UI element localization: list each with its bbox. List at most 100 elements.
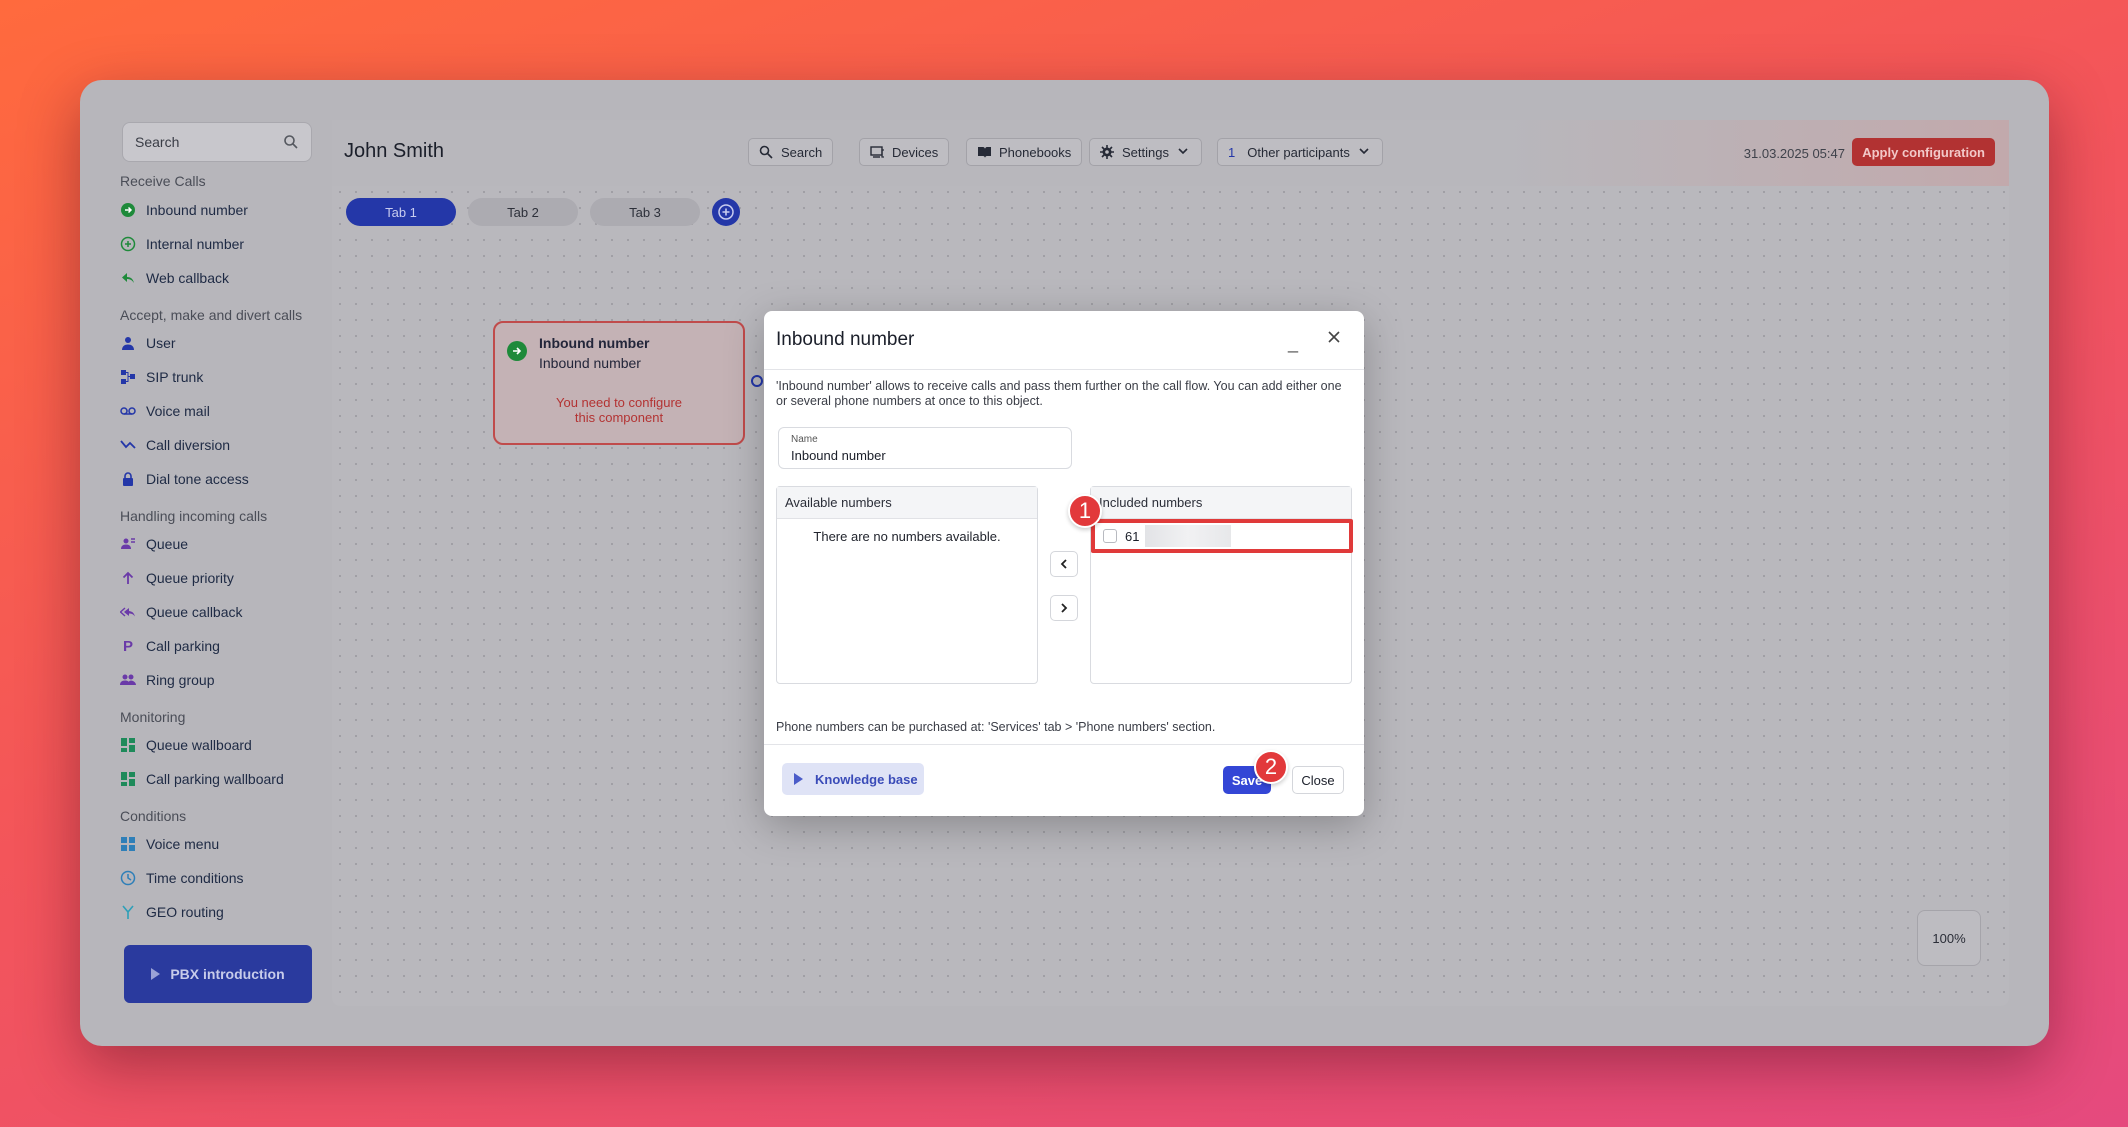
- node-subtitle: Inbound number: [539, 355, 641, 371]
- sidebar-item-label: Voice menu: [146, 836, 220, 852]
- search-icon: [759, 145, 773, 159]
- sidebar-item-queue-callback[interactable]: Queue callback: [120, 600, 243, 624]
- sidebar-item-voice-mail[interactable]: Voice mail: [120, 399, 210, 423]
- sidebar-item-call-parking-wallboard[interactable]: Call parking wallboard: [120, 767, 284, 791]
- inbound-number-dialog: Inbound number _ 'Inbound number' allows…: [764, 311, 1364, 816]
- sidebar-item-queue[interactable]: Queue: [120, 532, 188, 556]
- sidebar-item-label: Queue wallboard: [146, 737, 252, 753]
- divider: [764, 744, 1364, 745]
- tab-3[interactable]: Tab 3: [590, 198, 700, 226]
- inbound-number-node[interactable]: Inbound number Inbound number You need t…: [493, 321, 745, 445]
- section-title-conditions: Conditions: [120, 808, 187, 824]
- sidebar-item-call-diversion[interactable]: Call diversion: [120, 433, 230, 457]
- close-button[interactable]: Close: [1292, 766, 1344, 794]
- zoom-level[interactable]: 100%: [1917, 910, 1981, 966]
- sidebar-item-label: Voice mail: [146, 403, 210, 419]
- user-name: John Smith: [344, 140, 445, 162]
- chevron-down-icon: [1358, 145, 1372, 159]
- sidebar-item-label: Call parking wallboard: [146, 771, 284, 787]
- queue-icon: [120, 536, 136, 552]
- devices-button[interactable]: Devices: [859, 138, 950, 166]
- sidebar-item-label: SIP trunk: [146, 369, 204, 385]
- apply-configuration-button[interactable]: Apply configuration: [1852, 138, 1995, 166]
- sidebar: Search Receive Calls Inbound number Inte…: [80, 80, 330, 1046]
- sidebar-item-inbound-number[interactable]: Inbound number: [120, 198, 248, 222]
- number-checkbox[interactable]: [1103, 529, 1117, 543]
- number-prefix: 61: [1125, 528, 1140, 544]
- sidebar-item-label: Dial tone access: [146, 471, 249, 487]
- move-right-button[interactable]: [1050, 595, 1078, 621]
- tab-1[interactable]: Tab 1: [346, 198, 456, 226]
- sidebar-search-placeholder: Search: [135, 134, 180, 150]
- clock-icon: [120, 870, 136, 886]
- sidebar-item-label: Queue callback: [146, 604, 243, 620]
- knowledge-base-label: Knowledge base: [815, 771, 918, 787]
- network-icon: [120, 369, 136, 385]
- sidebar-search-input[interactable]: Search: [122, 122, 312, 162]
- tab-2[interactable]: Tab 2: [468, 198, 578, 226]
- sidebar-item-queue-priority[interactable]: Queue priority: [120, 566, 234, 590]
- add-tab-button[interactable]: [712, 198, 740, 226]
- devices-icon: [870, 145, 884, 159]
- sidebar-item-geo-routing[interactable]: GEO routing: [120, 900, 224, 924]
- section-title-monitoring: Monitoring: [120, 709, 186, 725]
- play-icon: [151, 968, 161, 980]
- minimize-button[interactable]: _: [1288, 333, 1298, 354]
- chevron-down-icon: [1177, 145, 1191, 159]
- dashboard-icon: [120, 737, 136, 753]
- dialog-description: 'Inbound number' allows to receive calls…: [776, 379, 1342, 408]
- available-numbers-empty: There are no numbers available.: [813, 529, 1001, 544]
- divider: [764, 369, 1364, 370]
- reply-all-icon: [120, 604, 136, 620]
- sidebar-item-dial-tone-access[interactable]: Dial tone access: [120, 467, 249, 491]
- sidebar-item-label: Ring group: [146, 672, 215, 688]
- arrow-circle-green-icon: [120, 202, 136, 218]
- sidebar-item-label: GEO routing: [146, 904, 224, 920]
- reply-arrow-green-icon: [120, 270, 136, 286]
- other-participants-button[interactable]: 1 Other participants: [1217, 138, 1383, 166]
- sidebar-item-ring-group[interactable]: Ring group: [120, 668, 215, 692]
- sidebar-item-web-callback[interactable]: Web callback: [120, 266, 229, 290]
- section-title-accept-calls: Accept, make and divert calls: [120, 307, 303, 323]
- plus-circle-green-icon: [120, 236, 136, 252]
- datetime-label: 31.03.2025 05:47: [1743, 146, 1845, 161]
- search-icon: [283, 134, 299, 150]
- name-input[interactable]: [791, 448, 1061, 463]
- book-icon: [977, 145, 991, 159]
- redacted-number: [1145, 525, 1232, 547]
- sidebar-item-sip-trunk[interactable]: SIP trunk: [120, 365, 203, 389]
- pbx-introduction-label: PBX introduction: [170, 966, 285, 982]
- parking-p-icon: P: [122, 637, 133, 655]
- pbx-introduction-button[interactable]: PBX introduction: [124, 945, 312, 1003]
- sidebar-item-label: Call diversion: [146, 437, 231, 453]
- phonebooks-button[interactable]: Phonebooks: [966, 138, 1083, 166]
- sidebar-item-voice-menu[interactable]: Voice menu: [120, 832, 219, 856]
- top-toolbar: John Smith Search Devices Phonebooks Set…: [332, 120, 2009, 186]
- sidebar-item-user[interactable]: User: [120, 331, 176, 355]
- node-warning: You need to configure this component: [495, 395, 743, 425]
- arrow-circle-green-icon: [507, 341, 527, 361]
- close-icon[interactable]: [1324, 327, 1344, 347]
- move-left-button[interactable]: [1050, 551, 1078, 577]
- sidebar-item-queue-wallboard[interactable]: Queue wallboard: [120, 733, 252, 757]
- lock-icon: [120, 471, 136, 487]
- dialog-title: Inbound number: [776, 329, 915, 350]
- knowledge-base-button[interactable]: Knowledge base: [782, 763, 924, 795]
- chevron-right-icon: [1061, 603, 1068, 613]
- settings-button[interactable]: Settings: [1089, 138, 1202, 166]
- node-output-port[interactable]: [751, 375, 763, 387]
- sidebar-item-time-conditions[interactable]: Time conditions: [120, 866, 244, 890]
- section-title-handling-incoming: Handling incoming calls: [120, 508, 268, 524]
- settings-button-label: Settings: [1122, 144, 1169, 160]
- included-numbers-header: Included numbers: [1091, 487, 1351, 519]
- gear-icon: [1100, 145, 1114, 159]
- name-field[interactable]: Name: [778, 427, 1072, 469]
- search-button[interactable]: Search: [748, 138, 834, 166]
- available-numbers-list: Available numbers There are no numbers a…: [776, 486, 1038, 684]
- sidebar-item-internal-number[interactable]: Internal number: [120, 232, 244, 256]
- section-title-receive-calls: Receive Calls: [120, 173, 206, 189]
- sidebar-item-call-parking[interactable]: P Call parking: [120, 634, 220, 658]
- included-number-row[interactable]: 61: [1091, 519, 1353, 553]
- search-button-label: Search: [781, 144, 823, 160]
- step-badge-2: 2: [1254, 750, 1288, 784]
